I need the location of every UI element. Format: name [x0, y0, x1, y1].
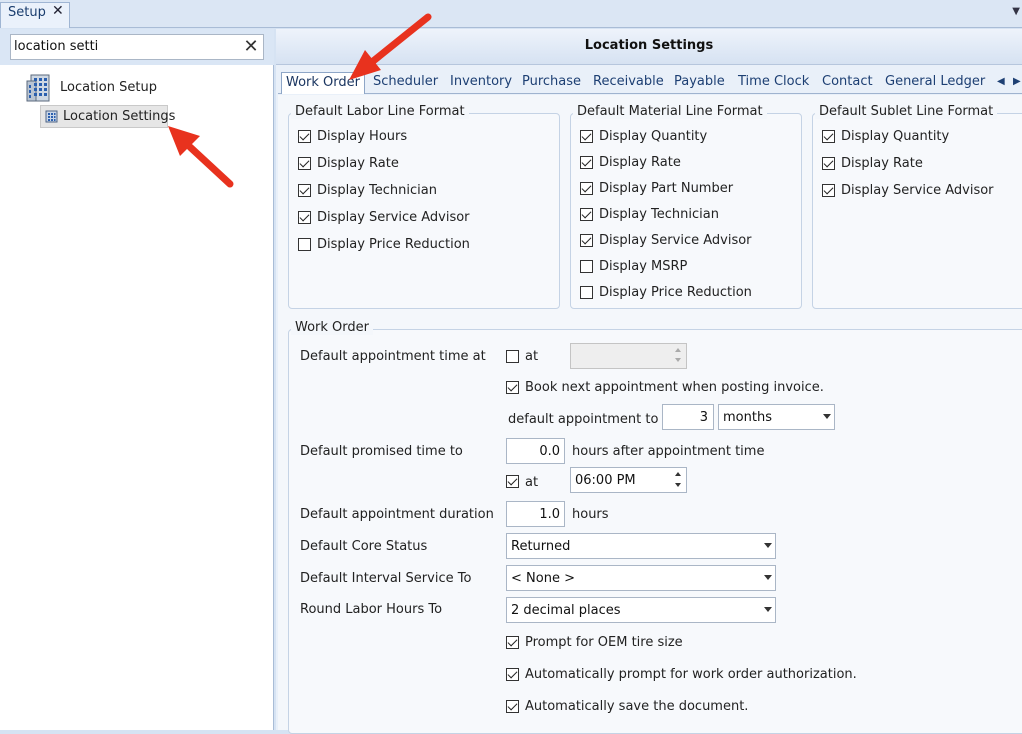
chevron-down-icon[interactable] [764, 543, 772, 548]
tree-item-location-setup[interactable]: Location Setup [60, 80, 157, 95]
tab-receivable[interactable]: Receivable [593, 72, 664, 94]
tab-contact[interactable]: Contact [822, 72, 873, 94]
promised-time-value: 06:00 PM [575, 473, 636, 488]
sublet-checkbox[interactable] [822, 157, 835, 170]
chevron-down-icon[interactable] [764, 607, 772, 612]
default-appt-to-label: default appointment to [508, 412, 659, 427]
book-next-checkbox[interactable] [506, 381, 519, 394]
labor-checkbox[interactable] [298, 238, 311, 251]
chevron-down-icon[interactable] [823, 414, 831, 419]
labor-checkbox-label: Display Price Reduction [317, 237, 470, 252]
chevron-down-icon[interactable] [764, 575, 772, 580]
labor-checkbox[interactable] [298, 184, 311, 197]
material-checkbox-label: Display Service Advisor [599, 233, 752, 248]
auto-save-checkbox[interactable] [506, 700, 519, 713]
appt-time-at-label: at [525, 349, 539, 364]
oem-tire-label: Prompt for OEM tire size [525, 635, 683, 650]
tab-work-order[interactable]: Work Order [281, 72, 365, 94]
interval-value: < None > [511, 571, 575, 586]
material-checkbox-label: Display Quantity [599, 129, 708, 144]
tab-scheduler[interactable]: Scheduler [373, 72, 438, 94]
default-appt-to-unit-value: months [723, 410, 772, 425]
promised-suffix: hours after appointment time [572, 444, 765, 459]
labor-group-title: Default Labor Line Format [291, 104, 469, 119]
promised-label: Default promised time to [300, 444, 463, 459]
document-tabbar [0, 0, 1022, 28]
duration-label: Default appointment duration [300, 507, 494, 522]
clear-search-icon[interactable]: ✕ [240, 36, 262, 58]
scroll-right-icon[interactable]: ▶ [1013, 76, 1021, 87]
material-checkbox-label: Display Price Reduction [599, 285, 752, 300]
labor-checkbox[interactable] [298, 211, 311, 224]
labor-checkbox-label: Display Hours [317, 129, 408, 144]
material-checkbox[interactable] [580, 208, 593, 221]
tab-payable[interactable]: Payable [674, 72, 725, 94]
labor-checkbox-label: Display Rate [317, 156, 399, 171]
sublet-checkbox-label: Display Quantity [841, 129, 950, 144]
tab-general-ledger[interactable]: General Ledger [885, 72, 985, 94]
material-checkbox[interactable] [580, 260, 593, 273]
building-icon [26, 74, 50, 102]
spin-up-icon [675, 348, 681, 352]
page-title: Location Settings [276, 29, 1022, 65]
duration-value: 1.0 [539, 507, 560, 522]
sublet-checkbox-label: Display Service Advisor [841, 183, 994, 198]
work-order-group-title: Work Order [291, 320, 373, 335]
material-checkbox[interactable] [580, 286, 593, 299]
tree-item-location-settings-label: Location Settings [63, 109, 176, 124]
material-checkbox[interactable] [580, 130, 593, 143]
promised-hours-value: 0.0 [539, 444, 560, 459]
sublet-group-title: Default Sublet Line Format [815, 104, 998, 119]
promised-at-label: at [525, 475, 539, 490]
auth-prompt-label: Automatically prompt for work order auth… [525, 667, 857, 682]
interval-label: Default Interval Service To [300, 571, 472, 586]
oem-tire-checkbox[interactable] [506, 636, 519, 649]
chevron-down-icon[interactable]: ▼ [1012, 6, 1020, 17]
promised-at-checkbox[interactable] [506, 475, 519, 488]
material-checkbox[interactable] [580, 156, 593, 169]
labor-checkbox-label: Display Technician [317, 183, 437, 198]
round-value: 2 decimal places [511, 603, 621, 618]
material-group-title: Default Material Line Format [573, 104, 767, 119]
sublet-checkbox[interactable] [822, 130, 835, 143]
tab-inventory[interactable]: Inventory [450, 72, 512, 94]
tab-purchase[interactable]: Purchase [522, 72, 581, 94]
appt-time-at-checkbox[interactable] [506, 350, 519, 363]
tab-setup-label: Setup [8, 5, 46, 20]
auto-save-label: Automatically save the document. [525, 699, 749, 714]
labor-checkbox[interactable] [298, 157, 311, 170]
default-appt-to-value: 3 [699, 410, 708, 425]
material-checkbox[interactable] [580, 234, 593, 247]
round-label: Round Labor Hours To [300, 602, 443, 617]
settings-sheet-icon [45, 110, 58, 123]
spin-down-icon [675, 358, 681, 362]
material-checkbox-label: Display Rate [599, 155, 681, 170]
labor-checkbox-label: Display Service Advisor [317, 210, 470, 225]
navigation-pane [0, 29, 274, 730]
duration-suffix: hours [572, 507, 609, 522]
scroll-left-icon[interactable]: ◀ [997, 76, 1005, 87]
material-checkbox[interactable] [580, 182, 593, 195]
material-checkbox-label: Display MSRP [599, 259, 688, 274]
appt-time-field [570, 343, 687, 369]
core-status-value: Returned [511, 539, 571, 554]
sublet-checkbox[interactable] [822, 184, 835, 197]
auth-prompt-checkbox[interactable] [506, 668, 519, 681]
core-status-label: Default Core Status [300, 539, 428, 554]
labor-checkbox[interactable] [298, 130, 311, 143]
appt-time-label: Default appointment time at [300, 349, 486, 364]
spin-down-icon[interactable] [675, 483, 681, 487]
sublet-checkbox-label: Display Rate [841, 156, 923, 171]
search-input-value[interactable]: location setti [14, 39, 98, 54]
spin-up-icon[interactable] [675, 472, 681, 476]
close-icon[interactable]: ✕ [52, 3, 64, 19]
material-checkbox-label: Display Technician [599, 207, 719, 222]
material-checkbox-label: Display Part Number [599, 181, 734, 196]
tab-time-clock[interactable]: Time Clock [738, 72, 809, 94]
book-next-label: Book next appointment when posting invoi… [525, 380, 824, 395]
